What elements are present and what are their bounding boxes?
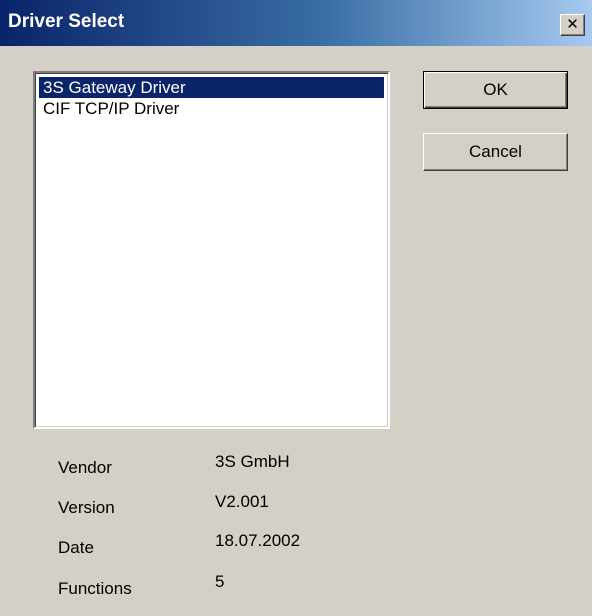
version-label: Version xyxy=(58,498,115,517)
list-item-3s-gateway-driver[interactable]: 3S Gateway Driver xyxy=(39,77,384,98)
close-icon: ✕ xyxy=(566,15,579,33)
cancel-button[interactable]: Cancel xyxy=(423,133,568,171)
list-item-cif-tcpip-driver[interactable]: CIF TCP/IP Driver xyxy=(39,98,384,119)
window-title: Driver Select xyxy=(8,11,125,32)
vendor-value: 3S GmbH xyxy=(215,452,290,471)
vendor-label: Vendor xyxy=(58,458,112,477)
date-value: 18.07.2002 xyxy=(215,531,301,550)
ok-button[interactable]: OK xyxy=(423,71,568,109)
version-value: V2.001 xyxy=(215,492,269,511)
date-label: Date xyxy=(58,538,94,557)
driver-listbox[interactable]: 3S Gateway Driver CIF TCP/IP Driver xyxy=(33,71,390,429)
functions-label: Functions xyxy=(58,579,132,598)
functions-value: 5 xyxy=(215,572,225,591)
driver-select-dialog: Driver Select ✕ 3S Gateway Driver CIF TC… xyxy=(0,0,592,616)
close-button[interactable]: ✕ xyxy=(560,14,585,36)
title-bar[interactable]: Driver Select ✕ xyxy=(0,0,592,46)
